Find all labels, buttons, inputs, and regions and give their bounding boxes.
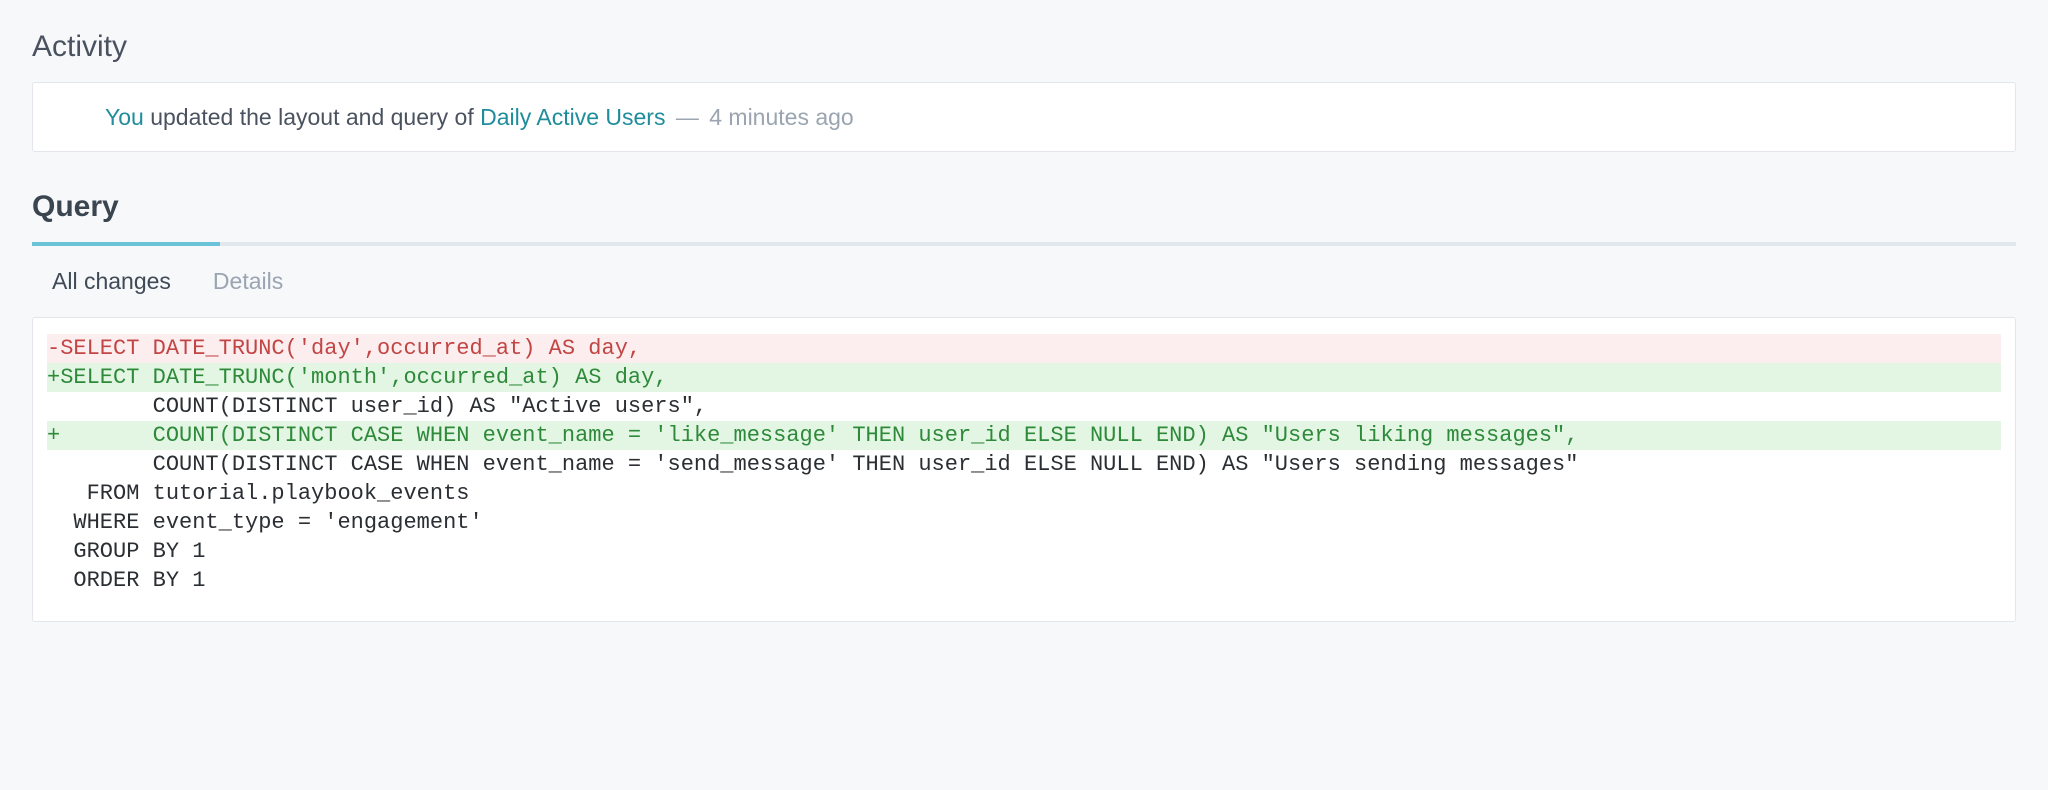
diff-line-add: +SELECT DATE_TRUNC('month',occurred_at) … <box>47 363 2001 392</box>
diff-line-ctx: WHERE event_type = 'engagement' <box>47 508 2001 537</box>
query-heading: Query <box>32 190 2016 224</box>
tab-underline <box>32 242 2016 246</box>
diff-line-ctx: FROM tutorial.playbook_events <box>47 479 2001 508</box>
activity-actor-link[interactable]: You <box>105 104 144 130</box>
diff-line-ctx: GROUP BY 1 <box>47 537 2001 566</box>
tab-all-changes[interactable]: All changes <box>52 268 171 295</box>
tab-details[interactable]: Details <box>213 268 283 295</box>
tab-underline-fill <box>32 242 220 246</box>
activity-timestamp: 4 minutes ago <box>709 104 853 130</box>
diff-line-add: + COUNT(DISTINCT CASE WHEN event_name = … <box>47 421 2001 450</box>
diff-line-del: -SELECT DATE_TRUNC('day',occurred_at) AS… <box>47 334 2001 363</box>
activity-action-text: updated the layout and query of <box>144 104 480 130</box>
activity-heading: Activity <box>32 30 2016 64</box>
activity-separator: — <box>669 104 705 130</box>
activity-entry: You updated the layout and query of Dail… <box>32 82 2016 152</box>
diff-tabs: All changes Details <box>32 246 2016 317</box>
diff-line-ctx: ORDER BY 1 <box>47 566 2001 595</box>
page-root: Activity You updated the layout and quer… <box>0 0 2048 662</box>
activity-report-link[interactable]: Daily Active Users <box>480 104 665 130</box>
diff-line-ctx: COUNT(DISTINCT CASE WHEN event_name = 's… <box>47 450 2001 479</box>
diff-line-ctx: COUNT(DISTINCT user_id) AS "Active users… <box>47 392 2001 421</box>
query-diff: -SELECT DATE_TRUNC('day',occurred_at) AS… <box>32 317 2016 622</box>
